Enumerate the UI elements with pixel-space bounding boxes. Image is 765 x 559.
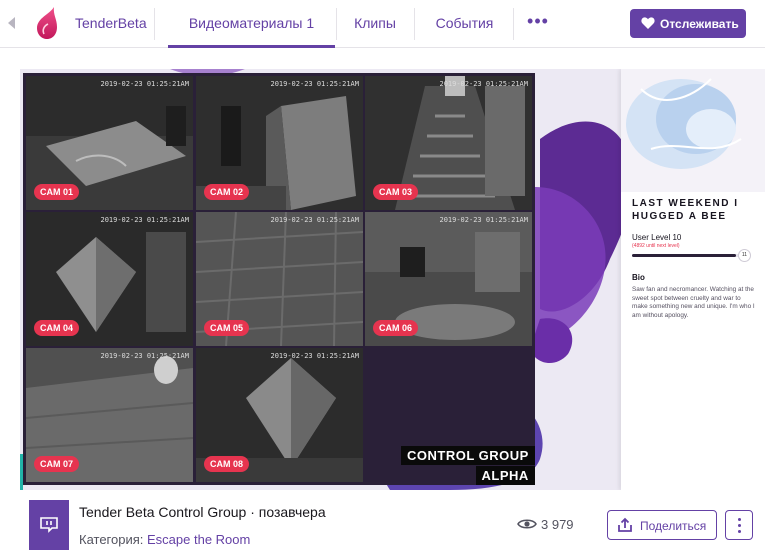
share-button-label: Поделиться	[640, 519, 707, 533]
video-menu-button[interactable]	[725, 510, 753, 540]
eye-icon	[517, 519, 537, 529]
category-row: Категория: Escape the Room	[79, 532, 250, 547]
vertical-dots-icon	[738, 518, 741, 533]
video-title: Tender Beta Control Group · позавчера	[79, 504, 326, 520]
more-options-button[interactable]: •••	[523, 12, 553, 34]
camera-feed: 2019-02-23 01:25:21AM CAM 05	[196, 212, 363, 346]
profile-art-image	[621, 69, 765, 192]
camera-label: CAM 04	[34, 320, 80, 336]
camera-label: CAM 08	[204, 456, 250, 472]
camera-label: CAM 03	[373, 184, 419, 200]
category-link[interactable]: Escape the Room	[147, 532, 250, 547]
camera-timestamp: 2019-02-23 01:25:21AM	[100, 216, 189, 224]
camera-timestamp: 2019-02-23 01:25:21AM	[439, 80, 528, 88]
control-group-line1: CONTROL GROUP	[401, 446, 535, 465]
channel-avatar[interactable]	[29, 500, 69, 550]
nav-divider	[154, 8, 155, 40]
camera-label: CAM 02	[204, 184, 250, 200]
camera-label: CAM 07	[34, 456, 80, 472]
camera-feed: 2019-02-23 01:25:21AM CAM 03	[365, 76, 532, 210]
channel-logo-icon[interactable]	[34, 6, 58, 40]
tab-videos[interactable]: Видеоматериалы 1	[168, 0, 335, 48]
camera-timestamp: 2019-02-23 01:25:21AM	[270, 352, 359, 360]
video-player[interactable]: 2019-02-23 01:25:21AM CAM 01 2019-02-23 …	[20, 69, 765, 490]
camera-timestamp: 2019-02-23 01:25:21AM	[270, 216, 359, 224]
control-group-caption: CONTROL GROUP ALPHA	[401, 446, 535, 485]
tab-clips[interactable]: Клипы	[337, 0, 413, 48]
camera-label: CAM 01	[34, 184, 80, 200]
share-button[interactable]: Поделиться	[607, 510, 717, 540]
camera-label: CAM 06	[373, 320, 419, 336]
camera-timestamp: 2019-02-23 01:25:21AM	[270, 80, 359, 88]
camera-feed: 2019-02-23 01:25:21AM CAM 07	[26, 348, 193, 482]
control-group-line2: ALPHA	[475, 466, 535, 485]
profile-panel: LAST WEEKEND I HUGGED A BEE User Level 1…	[621, 69, 765, 490]
bio-heading: Bio	[632, 273, 645, 282]
bio-text: Saw fan and necromancer. Watching at the…	[632, 286, 755, 319]
level-progress-bar	[632, 254, 747, 257]
camera-feed: 2019-02-23 01:25:21AM CAM 02	[196, 76, 363, 210]
user-level-label: User Level 10	[632, 233, 682, 242]
follow-button-label: Отслеживать	[660, 17, 739, 31]
twitch-glitch-icon	[40, 517, 58, 533]
camera-timestamp: 2019-02-23 01:25:21AM	[439, 216, 528, 224]
profile-title: LAST WEEKEND I HUGGED A BEE	[632, 198, 739, 222]
channel-name-link[interactable]: TenderBeta	[75, 15, 147, 31]
heart-icon	[641, 17, 655, 29]
share-icon	[618, 517, 632, 532]
camera-timestamp: 2019-02-23 01:25:21AM	[100, 80, 189, 88]
camera-grid: 2019-02-23 01:25:21AM CAM 01 2019-02-23 …	[23, 73, 535, 485]
camera-feed: 2019-02-23 01:25:21AM CAM 04	[26, 212, 193, 346]
user-level-progress-text: (4892 until next level)	[632, 243, 680, 249]
nav-divider	[513, 8, 514, 40]
camera-timestamp: 2019-02-23 01:25:21AM	[100, 352, 189, 360]
channel-nav-bar: TenderBeta Видеоматериалы 1 Клипы Событи…	[0, 0, 765, 48]
tab-events[interactable]: События	[418, 0, 511, 48]
camera-feed: 2019-02-23 01:25:21AM CAM 06	[365, 212, 532, 346]
level-badge: 11	[738, 249, 751, 262]
back-arrow-icon[interactable]	[8, 17, 15, 29]
camera-feed: 2019-02-23 01:25:21AM CAM 08	[196, 348, 363, 482]
camera-feed: 2019-02-23 01:25:21AM CAM 01	[26, 76, 193, 210]
camera-label: CAM 05	[204, 320, 250, 336]
category-prefix: Категория:	[79, 532, 144, 547]
follow-button[interactable]: Отслеживать	[630, 9, 746, 38]
nav-divider	[414, 8, 415, 40]
view-count-value: 3 979	[541, 517, 574, 532]
level-progress-fill	[632, 254, 736, 257]
